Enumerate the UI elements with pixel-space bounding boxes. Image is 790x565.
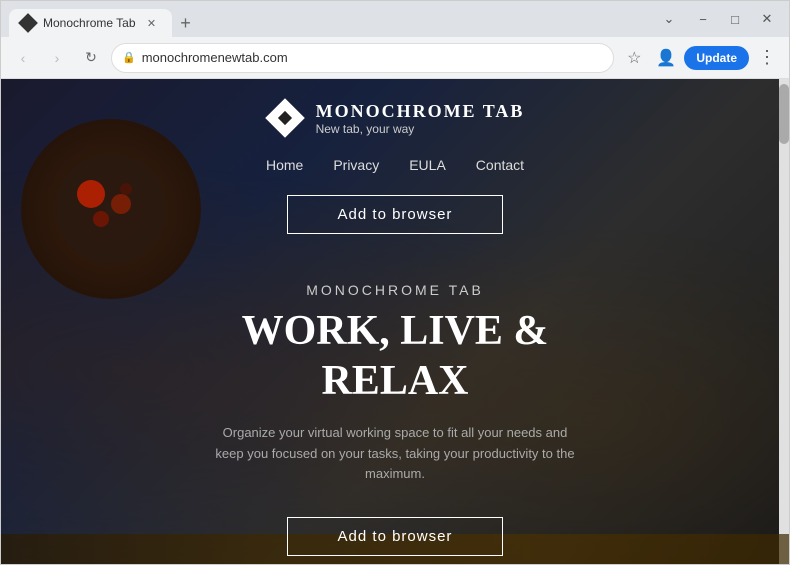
- hero-title-line2: RELAX: [321, 358, 468, 404]
- logo-text-area: MONOCHROME TAB New tab, your way: [316, 101, 525, 136]
- back-button[interactable]: ‹: [9, 44, 37, 72]
- bookmark-button[interactable]: ☆: [620, 44, 648, 72]
- hero-title-line1: WORK, LIVE &: [242, 308, 549, 354]
- navigation-bar: ‹ › ↻ 🔒 monochromenewtab.com ☆ 👤 Update …: [1, 37, 789, 79]
- tab-favicon-icon: [18, 13, 38, 33]
- browser-window: Monochrome Tab ✕ + ⌄ − □ ✕ ‹ › ↻ 🔒 monoc…: [0, 0, 790, 565]
- close-button[interactable]: ✕: [753, 5, 781, 33]
- address-bar[interactable]: 🔒 monochromenewtab.com: [111, 43, 614, 73]
- site-navigation: Home Privacy EULA Contact: [266, 147, 524, 183]
- logo-area: MONOCHROME TAB New tab, your way: [266, 99, 525, 137]
- hero-description: Organize your virtual working space to f…: [215, 423, 575, 485]
- page-content: MONOCHROME TAB New tab, your way Home Pr…: [1, 79, 789, 564]
- update-button[interactable]: Update: [684, 46, 749, 70]
- tab-close-button[interactable]: ✕: [144, 15, 160, 31]
- refresh-button[interactable]: ↻: [77, 44, 105, 72]
- logo-diamond-inner: [278, 111, 292, 125]
- maximize-button[interactable]: □: [721, 5, 749, 33]
- minimize-button[interactable]: −: [689, 5, 717, 33]
- nav-privacy[interactable]: Privacy: [333, 157, 379, 173]
- nav-eula[interactable]: EULA: [409, 157, 446, 173]
- title-bar: Monochrome Tab ✕ + ⌄ − □ ✕: [1, 1, 789, 37]
- lock-icon: 🔒: [122, 51, 136, 64]
- address-text: monochromenewtab.com: [142, 50, 604, 65]
- window-controls: − □ ✕: [689, 5, 781, 33]
- logo-title: MONOCHROME TAB: [316, 101, 525, 122]
- site-header: MONOCHROME TAB New tab, your way: [1, 79, 789, 147]
- logo-icon: [266, 99, 304, 137]
- hero-subtitle: MONOCHROME TAB: [306, 282, 484, 298]
- add-to-browser-bottom-button[interactable]: Add to browser: [287, 517, 504, 556]
- hero-title: WORK, LIVE & RELAX: [242, 306, 549, 407]
- page-inner: MONOCHROME TAB New tab, your way Home Pr…: [1, 79, 789, 564]
- tab-bar: Monochrome Tab ✕ +: [9, 1, 649, 37]
- browser-menu-button[interactable]: ⋮: [753, 44, 781, 72]
- tab-title: Monochrome Tab: [43, 16, 136, 30]
- expand-button[interactable]: ⌄: [655, 5, 683, 33]
- logo-subtitle: New tab, your way: [316, 122, 525, 136]
- active-tab[interactable]: Monochrome Tab ✕: [9, 9, 172, 37]
- nav-contact[interactable]: Contact: [476, 157, 524, 173]
- nav-actions: ☆ 👤 Update ⋮: [620, 44, 781, 72]
- forward-button[interactable]: ›: [43, 44, 71, 72]
- hero-section: MONOCHROME TAB WORK, LIVE & RELAX Organi…: [175, 262, 615, 564]
- logo-diamond-outer: [265, 98, 305, 138]
- nav-home[interactable]: Home: [266, 157, 303, 173]
- new-tab-button[interactable]: +: [172, 9, 200, 37]
- profile-button[interactable]: 👤: [652, 44, 680, 72]
- add-to-browser-top-button[interactable]: Add to browser: [287, 195, 504, 234]
